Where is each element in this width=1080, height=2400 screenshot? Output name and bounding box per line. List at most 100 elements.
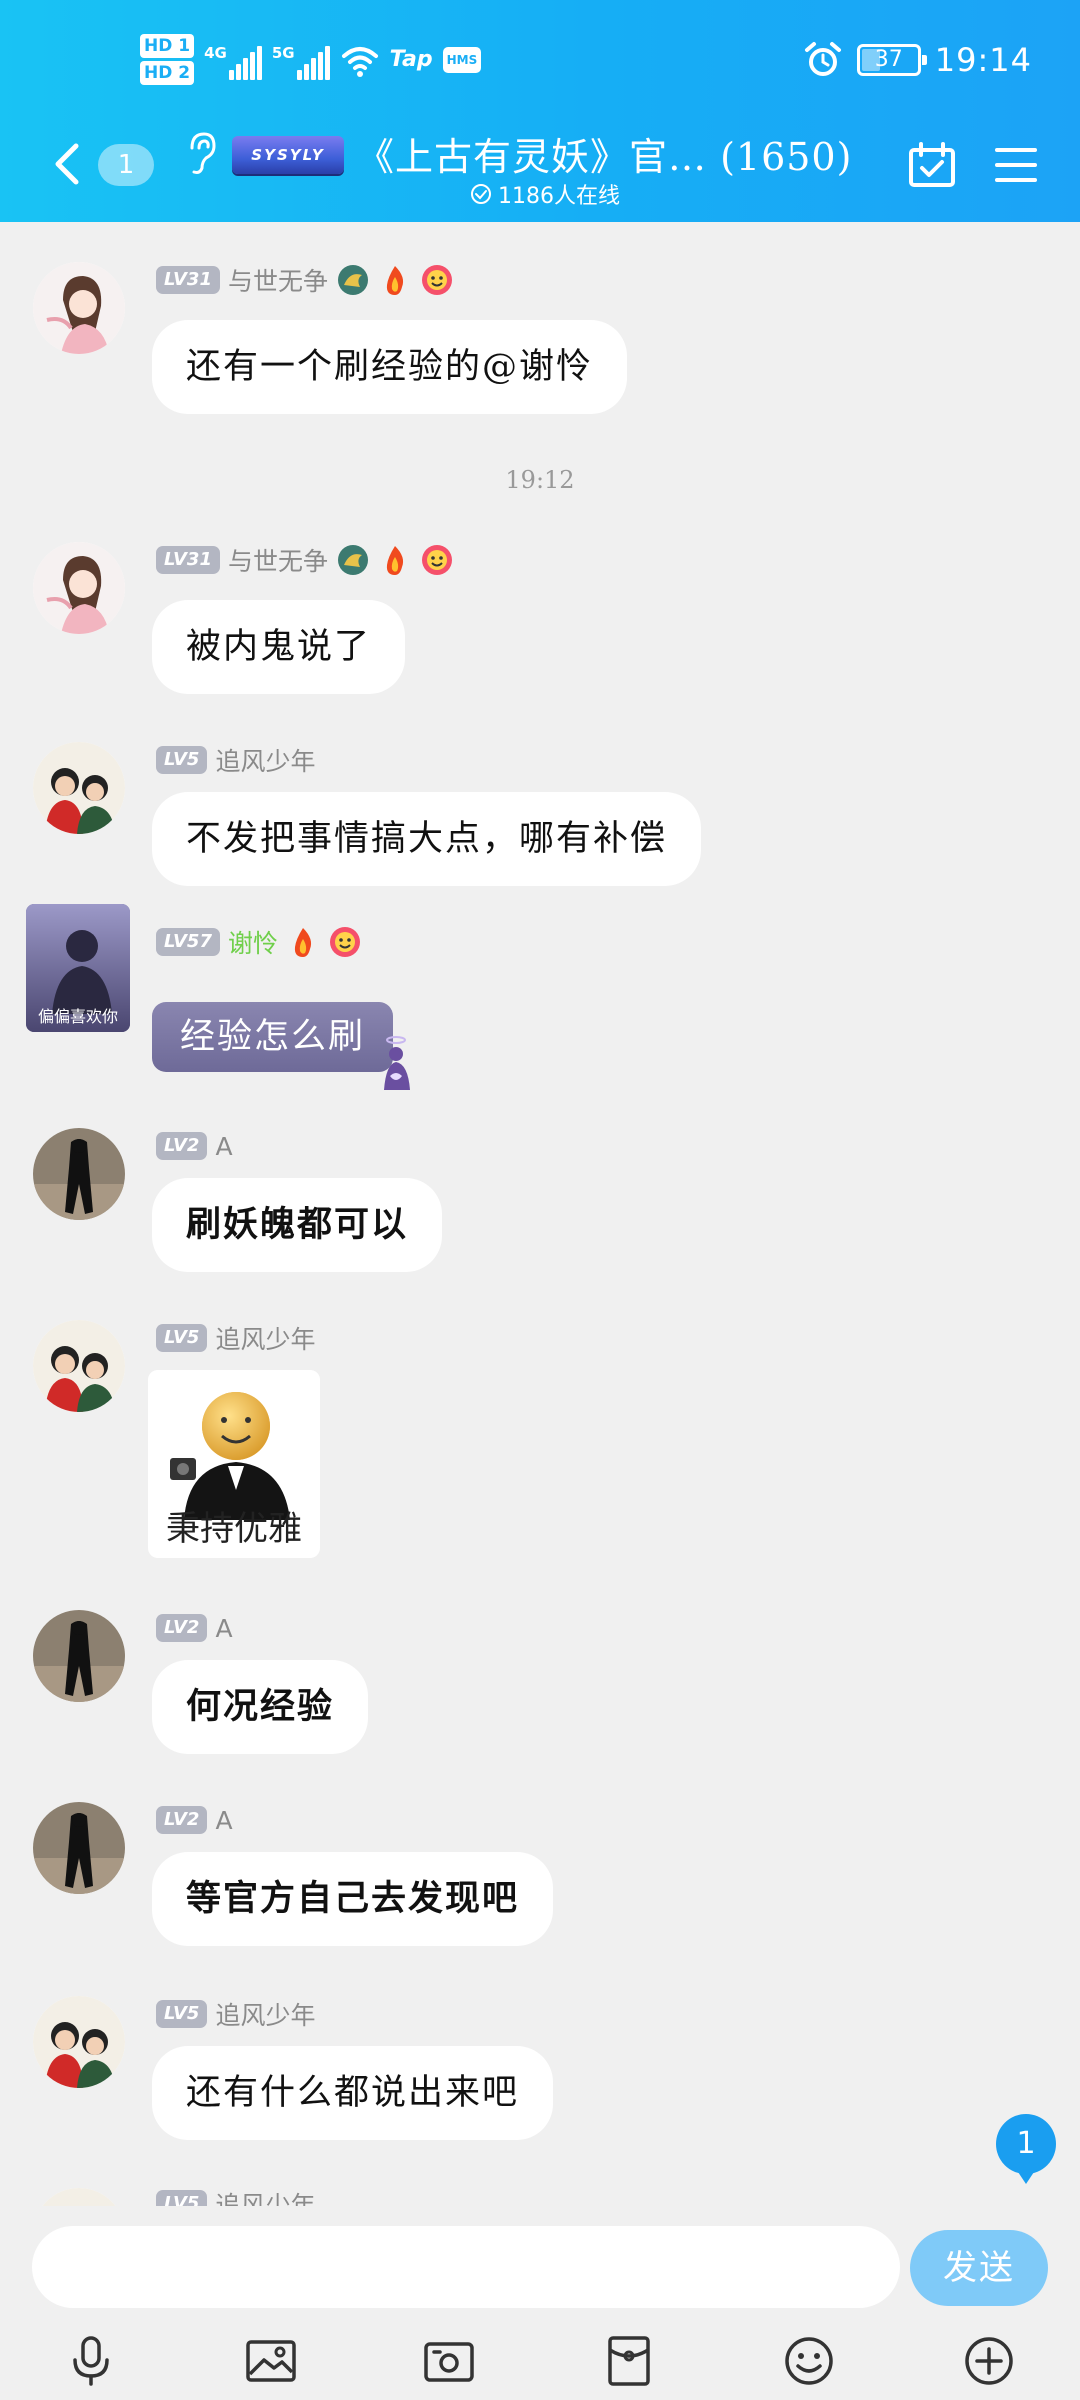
group-title[interactable]: 《上古有灵妖》官… (1650) [356,126,852,181]
angel-decoration-icon [384,1036,410,1090]
dragon-badge-icon [338,265,368,295]
message-item: LV5 追风少年 [0,2186,1080,2206]
input-toolbar [0,2328,1080,2390]
online-count-text: 1186人在线 [498,184,620,209]
message-bubble[interactable]: 不发把事情搞大点，哪有补偿 [152,792,702,886]
smile-badge-icon [330,927,360,957]
emoji-icon[interactable] [782,2334,836,2388]
alarm-icon [804,42,841,76]
online-count: 1186人在线 [470,178,620,210]
menu-icon[interactable] [994,146,1038,184]
hms-icon: HMS [442,46,482,73]
game-logo: SYSYLY [232,136,344,174]
hd2-label: HD 2 [140,61,195,85]
message-meta: LV31 与世无争 [156,264,454,296]
message-meta: LV2 A [156,1804,233,1836]
calendar-check-icon[interactable] [908,142,956,188]
avatar[interactable] [33,1610,125,1702]
online-check-icon [471,184,491,204]
sticker-image[interactable]: 秉持优雅 [148,1370,320,1558]
level-badge: LV57 [156,928,220,956]
avatar[interactable] [33,1128,125,1220]
status-time: 19:14 [934,41,1032,79]
network-5g-label: 5G [271,43,295,62]
nickname[interactable]: 与世无争 [228,542,328,578]
smile-badge-icon [422,265,452,295]
status-bar: HD 1 HD 2 4G 5G Tap HMS 37 19:14 [0,30,1080,100]
sticker-caption: 秉持优雅 [166,1509,302,1549]
microphone-icon[interactable] [64,2334,118,2388]
battery-level: 37 [874,47,903,72]
send-button[interactable]: 发送 [910,2230,1048,2306]
nickname[interactable]: 追风少年 [215,742,315,778]
status-bar-right: 37 19:14 [803,40,1032,80]
red-packet-icon[interactable] [602,2334,656,2388]
image-icon[interactable] [244,2334,298,2388]
avatar[interactable] [33,742,125,834]
avatar[interactable] [33,1802,125,1894]
avatar[interactable] [33,2188,125,2206]
signal-5g-icon: 5G [272,40,330,80]
avatar[interactable]: 偏偏喜欢你 [26,904,130,1032]
dragon-badge-icon [338,545,368,575]
message-bubble[interactable]: 被内鬼说了 [152,600,406,694]
chat-header: HD 1 HD 2 4G 5G Tap HMS 37 19:14 1 SYSYL… [0,0,1080,222]
avatar[interactable] [33,1320,125,1412]
message-bubble[interactable]: 还有什么都说出来吧 [152,2046,554,2140]
battery-icon: 37 [856,44,927,76]
new-message-badge[interactable]: 1 [996,2114,1056,2184]
flame-badge-icon [386,546,404,575]
level-badge: LV2 [156,1132,208,1160]
avatar[interactable] [33,542,125,634]
back-arrow-icon[interactable] [48,142,88,186]
message-bubble[interactable]: 等官方自己去发现吧 [152,1852,554,1946]
ear-mode-icon[interactable] [184,130,218,176]
message-meta: LV5 追风少年 [156,1998,315,2030]
message-bubble[interactable]: 何况经验 [152,1660,369,1754]
message-input[interactable] [32,2226,900,2308]
input-area: 发送 [0,2206,1080,2400]
nickname[interactable]: A [215,1806,232,1835]
avatar-caption: 偏偏喜欢你 [38,1007,118,1026]
hd-indicators: HD 1 HD 2 [140,34,195,85]
nickname[interactable]: 谢怜 [228,924,278,960]
back-unread-count[interactable]: 1 [98,144,154,186]
nickname[interactable]: 追风少年 [215,1320,315,1356]
nickname[interactable]: 追风少年 [215,2186,315,2206]
flame-badge-icon [294,928,312,957]
signal-4g-icon: 4G [204,40,262,80]
message-meta: LV31 与世无争 [156,544,454,576]
tap-app-icon: Tap [389,47,433,72]
message-meta: LV5 追风少年 [156,2188,315,2206]
level-badge: LV31 [156,266,220,294]
title-bar: 1 SYSYLY 《上古有灵妖》官… (1650) 1186人在线 [0,112,1080,212]
camera-icon[interactable] [422,2334,476,2388]
message-meta: LV2 A [156,1612,233,1644]
message-meta: LV5 追风少年 [156,744,315,776]
message-meta: LV5 追风少年 [156,1322,315,1354]
level-badge: LV2 [156,1614,208,1642]
message-meta: LV57 谢怜 [156,926,362,958]
nickname[interactable]: 与世无争 [228,262,328,298]
hd1-label: HD 1 [140,34,195,58]
wifi-icon [341,46,378,77]
level-badge: LV5 [156,746,208,774]
level-badge: LV31 [156,546,220,574]
message-bubble[interactable]: 经验怎么刷 [152,1002,394,1072]
flame-badge-icon [386,266,404,295]
message-meta: LV2 A [156,1130,233,1162]
message-bubble[interactable]: 还有一个刷经验的@谢怜 [152,320,628,414]
smile-badge-icon [422,545,452,575]
status-bar-left: HD 1 HD 2 4G 5G Tap HMS [140,34,482,85]
nickname[interactable]: A [215,1132,232,1161]
nickname[interactable]: 追风少年 [215,1996,315,2032]
avatar[interactable] [33,262,125,354]
message-bubble[interactable]: 刷妖魄都可以 [152,1178,443,1272]
network-4g-label: 4G [204,43,227,62]
time-divider: 19:12 [505,466,575,494]
nickname[interactable]: A [215,1614,232,1643]
level-badge: LV5 [156,2000,208,2028]
plus-icon[interactable] [962,2334,1016,2388]
level-badge: LV2 [156,1806,208,1834]
avatar[interactable] [33,1996,125,2088]
